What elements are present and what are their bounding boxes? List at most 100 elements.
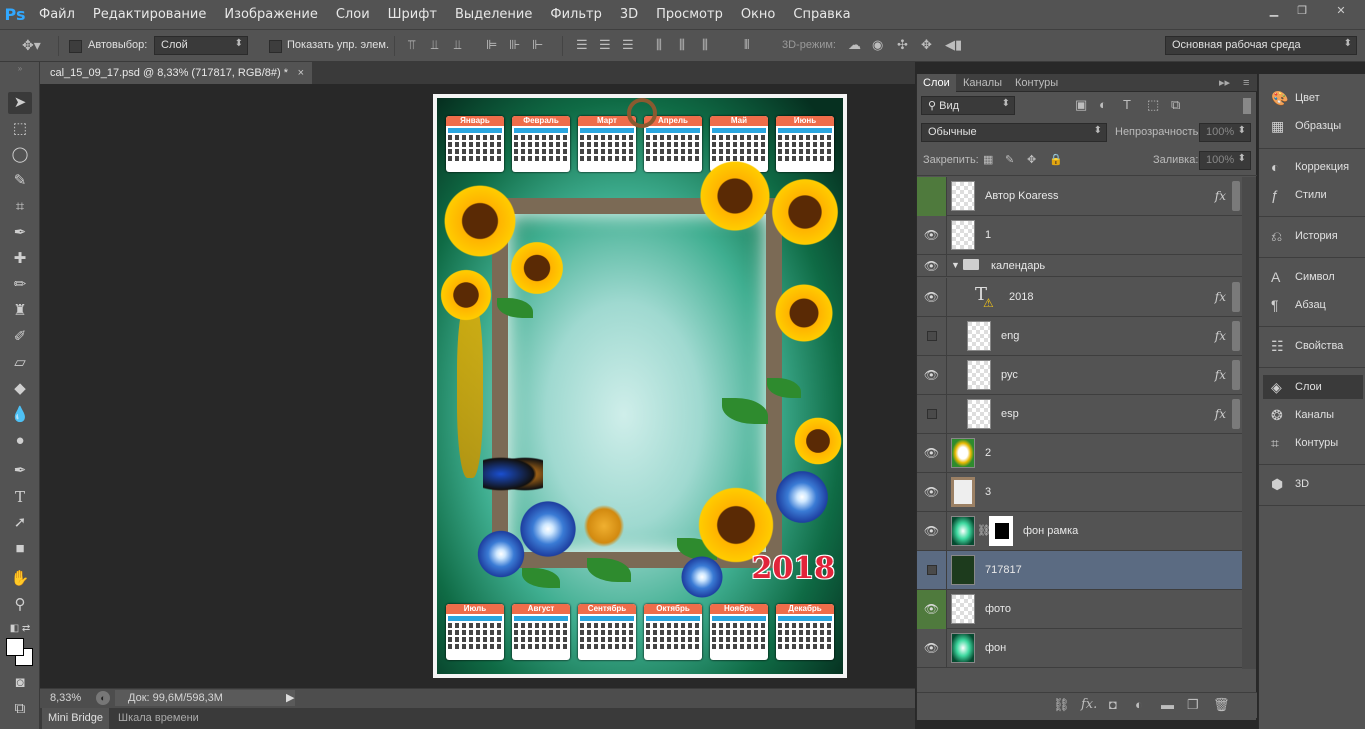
3d-roll-icon[interactable]: ◉ [872, 37, 883, 53]
eye-icon[interactable]: 👁 [917, 434, 947, 473]
maximize-button[interactable]: ❐ [1291, 4, 1313, 18]
auto-align-icon[interactable]: ⫴ [744, 37, 749, 53]
align-hcenter-icon[interactable]: ⊪ [509, 37, 520, 53]
eye-icon[interactable]: 👁 [917, 590, 947, 629]
document-image[interactable]: Январь Февраль Март Апрель Май Июнь 2018… [433, 94, 847, 678]
layer-name[interactable]: eng [1001, 317, 1019, 356]
layer-name[interactable]: 717817 [985, 551, 1022, 590]
dodge-tool-icon[interactable]: ● [8, 430, 32, 452]
layer-effects-icon[interactable]: fx [1215, 395, 1226, 434]
eye-icon[interactable]: 👁 [917, 629, 947, 668]
layers-scrollbar[interactable] [1242, 177, 1256, 669]
menu-3d[interactable]: 3D [611, 0, 647, 29]
align-right-icon[interactable]: ⊩ [532, 37, 543, 53]
group-expand-icon[interactable]: ▼ [951, 260, 960, 270]
layer-name[interactable]: Автор Koaress [985, 177, 1059, 216]
layer-effects-icon[interactable]: fx [1215, 177, 1226, 216]
layer-row[interactable]: 👁 1 [917, 216, 1242, 255]
layer-row[interactable]: 👁 фото [917, 590, 1242, 629]
filter-pixel-icon[interactable]: ▣ [1075, 97, 1087, 113]
blur-tool-icon[interactable]: 💧 [8, 404, 32, 426]
dock-character[interactable]: A Символ [1263, 265, 1363, 289]
menu-type[interactable]: Шрифт [379, 0, 446, 29]
layer-row[interactable]: eng fx [917, 317, 1242, 356]
lock-transparent-icon[interactable]: ▦ [983, 153, 993, 166]
filter-smart-object-icon[interactable]: ⧉ [1171, 97, 1180, 113]
layer-row[interactable]: 👁 2 [917, 434, 1242, 473]
workspace-dropdown[interactable]: Основная рабочая среда [1165, 36, 1357, 55]
layer-name[interactable]: фон [985, 629, 1006, 668]
link-layers-icon[interactable]: ⛓ [1053, 697, 1070, 713]
history-brush-tool-icon[interactable]: ✐ [8, 326, 32, 348]
layer-effects-icon[interactable]: fx [1215, 278, 1226, 317]
status-menu-arrow-icon[interactable]: ▶ [286, 691, 294, 704]
dock-paragraph[interactable]: ¶ Абзац [1263, 293, 1363, 317]
healing-brush-tool-icon[interactable]: ✚ [8, 248, 32, 270]
zoom-tool-icon[interactable]: ⚲ [8, 594, 32, 616]
3d-slide-icon[interactable]: ✥ [921, 37, 932, 53]
status-info-icon[interactable]: ◐ [96, 691, 110, 705]
eye-icon[interactable]: 👁 [917, 512, 947, 551]
new-group-icon[interactable]: ▬ [1161, 697, 1174, 712]
eye-icon[interactable]: 👁 [917, 356, 947, 395]
tab-layers[interactable]: Слои [917, 74, 956, 92]
autoselect-checkbox[interactable] [69, 40, 82, 53]
menu-window[interactable]: Окно [732, 0, 785, 29]
layer-row[interactable]: 👁 рус fx [917, 356, 1242, 395]
swap-colors-icon[interactable]: ◧ ⇄ [8, 618, 32, 640]
hand-tool-icon[interactable]: ✋ [8, 568, 32, 590]
new-adjustment-icon[interactable]: ◐ [1135, 697, 1143, 712]
quick-select-tool-icon[interactable]: ✎ [8, 170, 32, 192]
dock-styles[interactable]: ƒ Стили [1263, 183, 1363, 207]
layer-group-row[interactable]: 👁 ▼ календарь [917, 255, 1242, 277]
eye-icon[interactable]: 👁 [917, 278, 947, 317]
layer-filter-dropdown[interactable]: ⚲ Вид [921, 96, 1015, 115]
autoselect-dropdown[interactable]: Слой [154, 36, 248, 55]
distribute-top-icon[interactable]: ☰ [576, 37, 588, 53]
menu-view[interactable]: Просмотр [647, 0, 732, 29]
lock-pixels-icon[interactable]: ✎ [1005, 153, 1014, 166]
opacity-input[interactable]: 100% [1199, 123, 1251, 142]
fill-input[interactable]: 100% [1199, 151, 1251, 170]
move-tool-preset-icon[interactable]: ✥▾ [22, 37, 41, 54]
menu-edit[interactable]: Редактирование [84, 0, 215, 29]
layer-name[interactable]: фото [985, 590, 1011, 629]
menu-image[interactable]: Изображение [215, 0, 326, 29]
dock-properties[interactable]: ☷ Свойства [1263, 334, 1363, 358]
foreground-color-swatch[interactable] [6, 638, 24, 656]
screen-mode-icon[interactable]: ⧉ [8, 698, 32, 720]
layer-name[interactable]: 1 [985, 216, 991, 255]
panel-collapse-icon[interactable]: ▸▸ [1213, 74, 1236, 92]
show-transform-checkbox[interactable] [269, 40, 282, 53]
layer-name[interactable]: фон рамка [1023, 512, 1078, 551]
marquee-tool-icon[interactable]: ⬚ [8, 118, 32, 140]
lasso-tool-icon[interactable]: ◯ [8, 144, 32, 166]
layer-visibility-toggle[interactable] [917, 317, 947, 356]
close-document-icon[interactable]: × [298, 62, 304, 84]
menu-filter[interactable]: Фильтр [541, 0, 610, 29]
document-tab[interactable]: cal_15_09_17.psd @ 8,33% (717817, RGB/8#… [40, 62, 312, 84]
layer-visibility-toggle[interactable] [917, 551, 947, 590]
new-layer-icon[interactable]: ❐ [1187, 697, 1199, 713]
layer-visibility-toggle[interactable] [917, 395, 947, 434]
align-left-icon[interactable]: ⊫ [486, 37, 497, 53]
eye-icon[interactable]: 👁 [917, 473, 947, 512]
menu-help[interactable]: Справка [784, 0, 859, 29]
type-tool-icon[interactable]: T [8, 486, 32, 508]
dock-color[interactable]: 🎨 Цвет [1263, 86, 1363, 110]
layer-row[interactable]: 👁 фон [917, 629, 1242, 668]
distribute-right-icon[interactable]: ⫼ [702, 37, 708, 53]
filter-shape-icon[interactable]: ⬚ [1147, 97, 1159, 113]
layer-name[interactable]: 3 [985, 473, 991, 512]
menu-file[interactable]: Файл [30, 0, 84, 29]
layer-name[interactable]: календарь [991, 255, 1045, 277]
dock-3d[interactable]: ⬢ 3D [1263, 472, 1363, 496]
dock-layers[interactable]: ◈ Слои [1263, 375, 1363, 399]
dock-history[interactable]: ⎌ История [1263, 224, 1363, 248]
layer-name[interactable]: esp [1001, 395, 1019, 434]
delete-layer-icon[interactable]: 🗑 [1213, 697, 1230, 713]
clone-stamp-tool-icon[interactable]: ♜ [8, 300, 32, 322]
distribute-bottom-icon[interactable]: ☰ [622, 37, 634, 53]
tab-timeline[interactable]: Шкала времени [112, 708, 205, 729]
dock-paths[interactable]: ⌗ Контуры [1263, 431, 1363, 455]
